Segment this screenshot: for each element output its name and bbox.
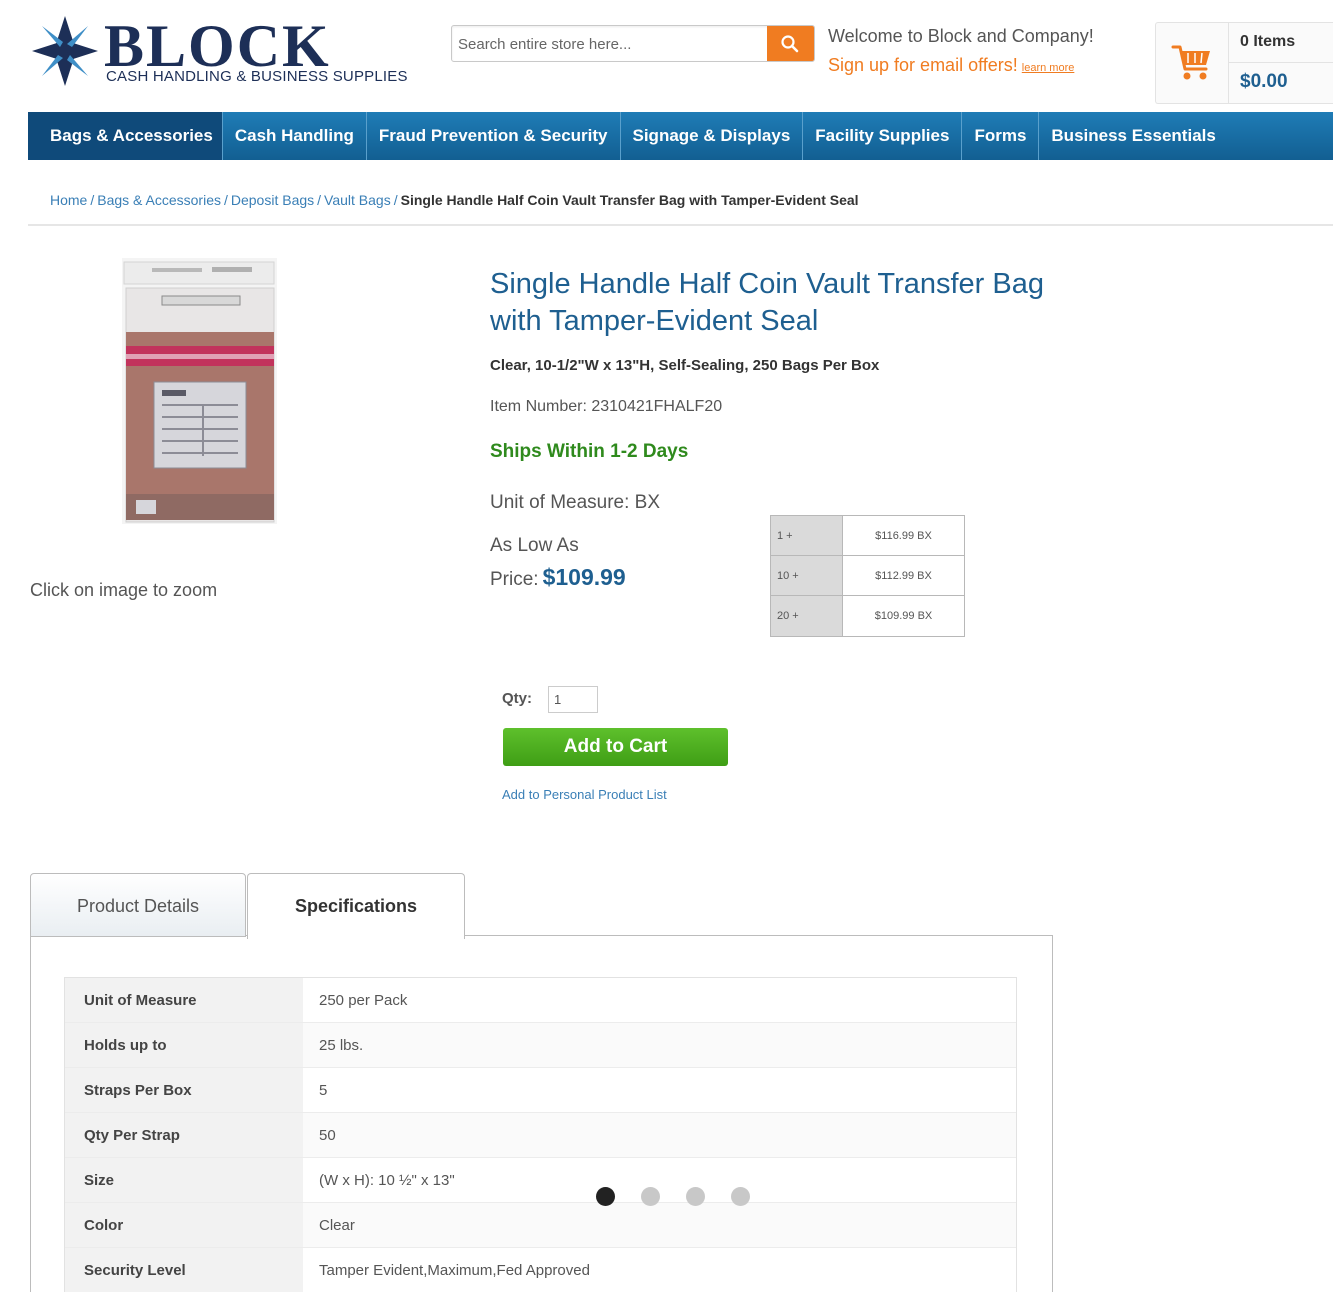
breadcrumb-current: Single Handle Half Coin Vault Transfer B… [400,192,859,208]
nav-item-forms[interactable]: Forms [962,112,1040,160]
carousel-dot[interactable] [686,1187,705,1206]
spec-label: Security Level [65,1248,303,1292]
spec-value: Clear [319,1217,355,1234]
table-row: Color Clear [65,1203,1016,1248]
spec-label: Size [65,1158,303,1202]
carousel-pagination [596,1187,750,1206]
nav-item-fraud-prevention[interactable]: Fraud Prevention & Security [367,112,621,160]
product-image[interactable] [122,258,277,524]
breadcrumb-separator: / [393,192,398,208]
carousel-dot[interactable] [641,1187,660,1206]
spec-label: Straps Per Box [65,1068,303,1112]
table-row: Unit of Measure 250 per Pack [65,978,1016,1023]
shopping-cart-icon [1171,45,1210,80]
breadcrumb-divider [28,224,1333,226]
item-number: Item Number: 2310421FHALF20 [490,398,723,415]
breadcrumb-deposit-bags[interactable]: Deposit Bags [231,192,314,208]
carousel-dot[interactable] [731,1187,750,1206]
breadcrumb: Home / Bags & Accessories / Deposit Bags / Vau… [50,192,859,208]
logo-star-icon [32,16,98,86]
table-row: Holds up to 25 lbs. [65,1023,1016,1068]
nav-item-bags-accessories[interactable]: Bags & Accessories [28,112,223,160]
breadcrumb-home[interactable]: Home [50,192,87,208]
specifications-table: Unit of Measure 250 per Pack Holds up to… [64,977,1017,1292]
spec-label: Holds up to [65,1023,303,1067]
tier-qty: 20 + [771,596,843,636]
cart-divider [1228,62,1333,63]
breadcrumb-separator: / [317,192,322,208]
tab-specifications[interactable]: Specifications [247,873,465,939]
mini-cart[interactable]: 0 Items $0.00 [1155,22,1333,104]
product-price: $109.99 [542,564,626,590]
table-row: Security Level Tamper Evident,Maximum,Fe… [65,1248,1016,1292]
cart-divider [1228,23,1229,103]
breadcrumb-bags-accessories[interactable]: Bags & Accessories [97,192,221,208]
search-input[interactable] [458,30,763,58]
table-row: Qty Per Strap 50 [65,1113,1016,1158]
tier-row: 10 + $112.99 BX [771,556,964,596]
as-low-as-label: As Low As [490,535,579,556]
tier-row: 1 + $116.99 BX [771,516,964,556]
carousel-dot[interactable] [596,1187,615,1206]
learn-more-link[interactable]: learn more [1022,62,1075,74]
tier-row: 20 + $109.99 BX [771,596,964,636]
breadcrumb-separator: / [223,192,228,208]
zoom-instruction: Click on image to zoom [30,580,218,600]
tab-product-details[interactable]: Product Details [30,873,246,937]
price-line: Price: $109.99 [490,564,626,591]
price-label: Price: [490,569,539,590]
nav-item-cash-handling[interactable]: Cash Handling [223,112,367,160]
table-row: Size (W x H): 10 ½" x 13" [65,1158,1016,1203]
tier-price: $112.99 BX [843,556,964,595]
welcome-message: Welcome to Block and Company! [828,26,1094,46]
spec-label: Color [65,1203,303,1247]
tier-price: $116.99 BX [843,516,964,555]
spec-value: 5 [319,1082,328,1099]
cart-item-count: 0 Items [1240,33,1296,50]
spec-value: 25 lbs. [319,1037,364,1054]
cart-total: $0.00 [1240,71,1288,92]
tier-qty: 10 + [771,556,843,595]
search-icon [781,35,799,53]
product-title: Single Handle Half Coin Vault Transfer B… [490,268,1044,337]
logo-tagline: CASH HANDLING & BUSINESS SUPPLIES [106,68,408,85]
nav-item-business-essentials[interactable]: Business Essentials [1039,112,1227,160]
logo-wordmark: BLOCK [104,13,331,79]
tier-pricing-table: 1 + $116.99 BX 10 + $112.99 BX 20 + $109… [770,515,965,637]
add-to-personal-list-link[interactable]: Add to Personal Product List [502,787,667,802]
tier-price: $109.99 BX [843,596,964,636]
spec-value: Tamper Evident,Maximum,Fed Approved [319,1262,590,1279]
shipping-status: Ships Within 1-2 Days [490,441,689,462]
block-logo[interactable]: BLOCK CASH HANDLING & BUSINESS SUPPLIES [30,14,430,94]
qty-input[interactable] [548,686,598,713]
add-to-cart-button[interactable]: Add to Cart [503,728,728,766]
nav-item-facility-supplies[interactable]: Facility Supplies [803,112,963,160]
qty-label: Qty: [502,690,532,707]
table-row: Straps Per Box 5 [65,1068,1016,1113]
main-nav: Bags & Accessories Cash Handling Fraud P… [28,112,1333,160]
search-bar [451,25,815,62]
email-signup-text: Sign up for email offers! [828,55,1018,75]
breadcrumb-separator: / [90,192,95,208]
search-button[interactable] [767,26,814,61]
email-signup: Sign up for email offers! learn more [828,55,1074,76]
product-subtitle: Clear, 10-1/2"W x 13"H, Self-Sealing, 25… [490,357,880,374]
tier-qty: 1 + [771,516,843,555]
unit-of-measure: Unit of Measure: BX [490,492,661,513]
spec-label: Unit of Measure [65,978,303,1022]
spec-value: 50 [319,1127,336,1144]
spec-value: 250 per Pack [319,992,408,1009]
nav-item-signage-displays[interactable]: Signage & Displays [621,112,804,160]
breadcrumb-vault-bags[interactable]: Vault Bags [324,192,391,208]
spec-label: Qty Per Strap [65,1113,303,1157]
